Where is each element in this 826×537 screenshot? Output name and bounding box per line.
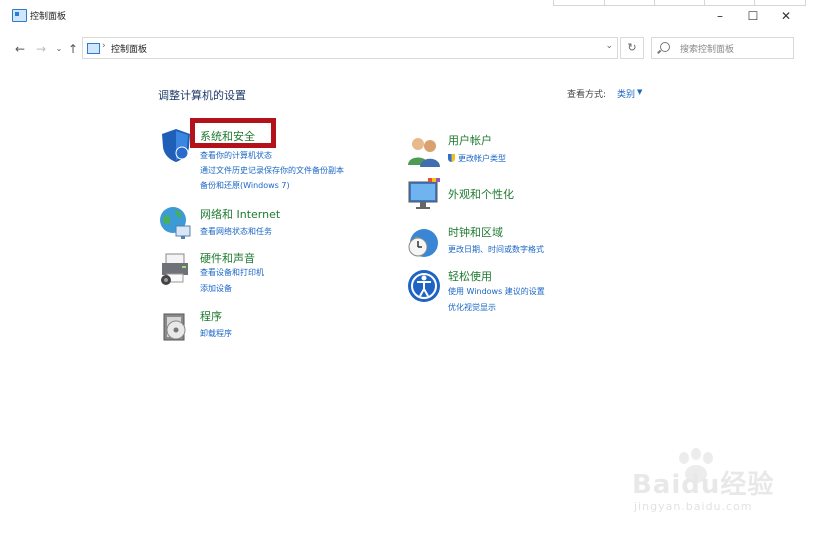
category-programs[interactable]: 程序 xyxy=(200,308,222,324)
link-optimize-visual-display[interactable]: 优化视觉显示 xyxy=(448,302,496,313)
users-icon[interactable] xyxy=(406,133,442,169)
shield-icon[interactable] xyxy=(158,127,194,163)
network-globe-icon[interactable] xyxy=(158,204,194,240)
minimize-button[interactable]: – xyxy=(707,7,733,25)
link-uninstall-program[interactable]: 卸载程序 xyxy=(200,328,232,339)
clock-globe-icon[interactable] xyxy=(406,223,442,259)
link-use-recommended-settings[interactable]: 使用 Windows 建议的设置 xyxy=(448,286,545,297)
breadcrumb-control-panel[interactable]: 控制面板 xyxy=(111,42,147,55)
tab-strip xyxy=(553,0,806,6)
highlight-annotation xyxy=(190,118,276,148)
category-user-accounts[interactable]: 用户帐户 xyxy=(448,132,492,148)
link-change-account-type[interactable]: 更改帐户类型 xyxy=(448,153,506,164)
view-by-label: 查看方式: xyxy=(567,90,607,100)
page-title: 调整计算机的设置 xyxy=(158,89,246,102)
uac-shield-icon xyxy=(448,154,455,162)
search-placeholder: 搜索控制面板 xyxy=(680,45,735,55)
printer-icon[interactable] xyxy=(158,250,194,286)
category-network-internet[interactable]: 网络和 Internet xyxy=(200,206,280,222)
link-view-computer-status[interactable]: 查看你的计算机状态 xyxy=(200,150,272,161)
category-ease-of-access[interactable]: 轻松使用 xyxy=(448,268,492,284)
view-by-dropdown[interactable]: 类别 xyxy=(617,87,635,100)
watermark: Baidu经验 jingyan.baidu.com xyxy=(632,448,792,518)
close-button[interactable]: ✕ xyxy=(773,7,799,25)
chevron-down-icon[interactable]: ▼ xyxy=(637,88,642,96)
category-clock-region[interactable]: 时钟和区域 xyxy=(448,224,503,240)
category-hardware-sound[interactable]: 硬件和声音 xyxy=(200,250,255,266)
link-backup-restore[interactable]: 备份和还原(Windows 7) xyxy=(200,180,290,191)
back-arrow-icon[interactable]: ← xyxy=(11,40,29,58)
forward-arrow-icon[interactable]: → xyxy=(32,40,50,58)
breadcrumb-separator[interactable]: › xyxy=(102,41,106,51)
control-panel-icon xyxy=(12,9,27,22)
search-input[interactable]: 搜索控制面板 xyxy=(651,37,794,59)
title-bar: 控制面板 – ☐ ✕ xyxy=(0,0,826,36)
address-bar[interactable]: › 控制面板 ⌄ xyxy=(82,37,618,59)
watermark-brand: Baidu经验 xyxy=(632,470,775,500)
link-add-device[interactable]: 添加设备 xyxy=(200,283,232,294)
link-change-date-time-format[interactable]: 更改日期、时间或数字格式 xyxy=(448,244,544,255)
maximize-button[interactable]: ☐ xyxy=(740,7,766,25)
window-title: 控制面板 xyxy=(30,12,67,22)
link-devices-printers[interactable]: 查看设备和打印机 xyxy=(200,267,264,278)
category-appearance-personalization[interactable]: 外观和个性化 xyxy=(448,186,514,202)
address-dropdown-icon[interactable]: ⌄ xyxy=(605,41,613,51)
control-panel-small-icon xyxy=(87,43,100,54)
link-change-account-type-label: 更改帐户类型 xyxy=(458,154,506,163)
programs-disc-icon[interactable] xyxy=(158,308,194,344)
link-network-status[interactable]: 查看网络状态和任务 xyxy=(200,226,272,237)
refresh-button[interactable]: ↻ xyxy=(620,37,644,59)
link-file-history[interactable]: 通过文件历史记录保存你的文件备份副本 xyxy=(200,165,344,176)
monitor-palette-icon[interactable] xyxy=(406,176,442,212)
search-icon xyxy=(660,42,670,52)
ease-of-access-icon[interactable] xyxy=(406,268,442,304)
up-arrow-icon[interactable]: ↑ xyxy=(64,40,82,58)
watermark-url: jingyan.baidu.com xyxy=(634,500,753,513)
